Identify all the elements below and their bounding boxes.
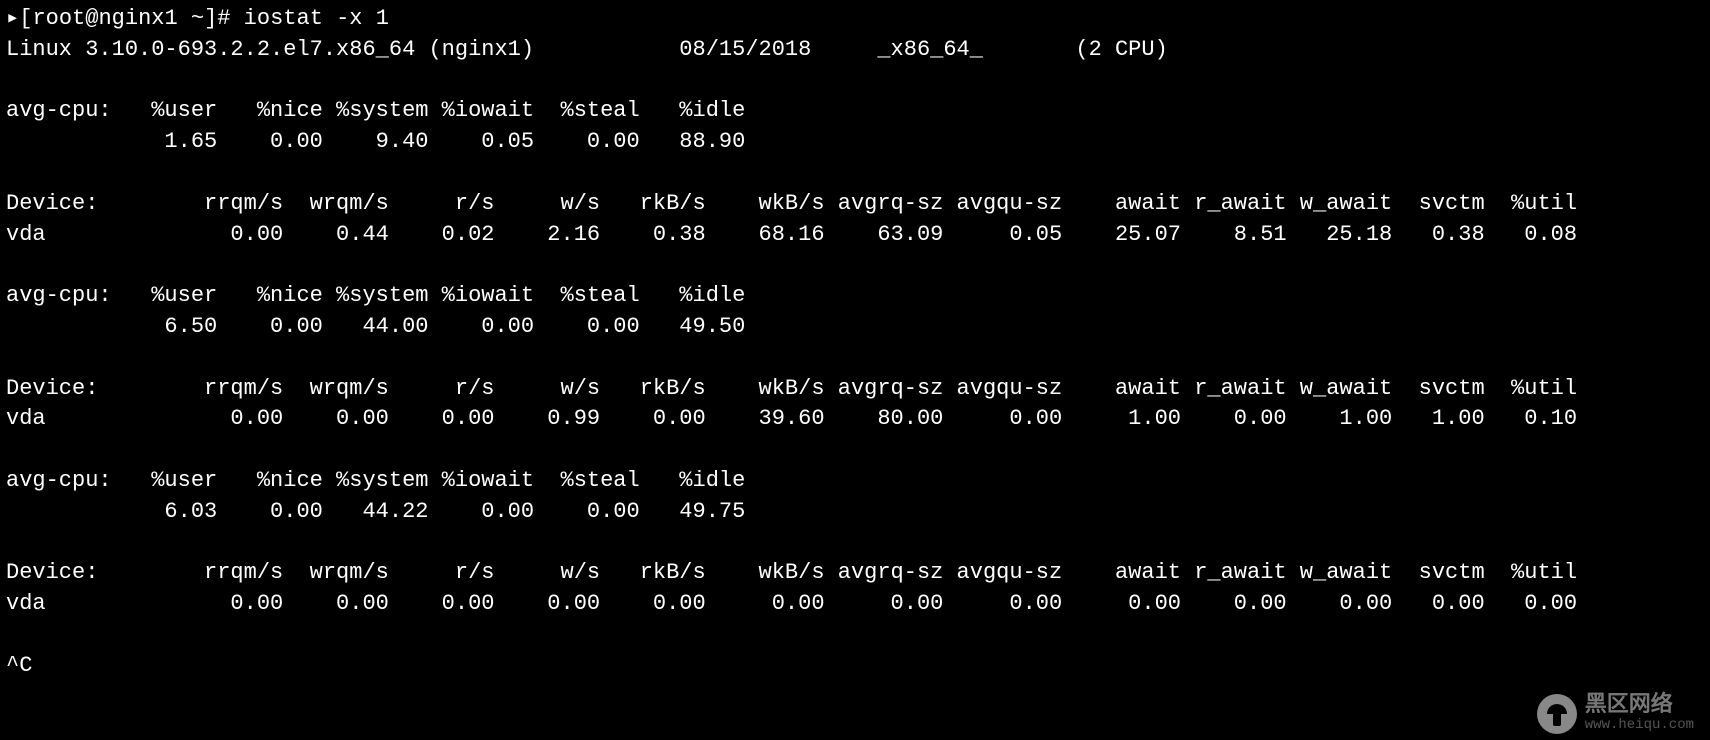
mushroom-icon: [1537, 694, 1577, 734]
watermark: 黑区网络 www.heiqu.com: [1537, 694, 1694, 734]
watermark-title: 黑区网络: [1585, 694, 1673, 718]
terminal-output: ▸[root@nginx1 ~]# iostat -x 1 Linux 3.10…: [0, 0, 1710, 686]
watermark-url: www.heiqu.com: [1585, 718, 1694, 733]
